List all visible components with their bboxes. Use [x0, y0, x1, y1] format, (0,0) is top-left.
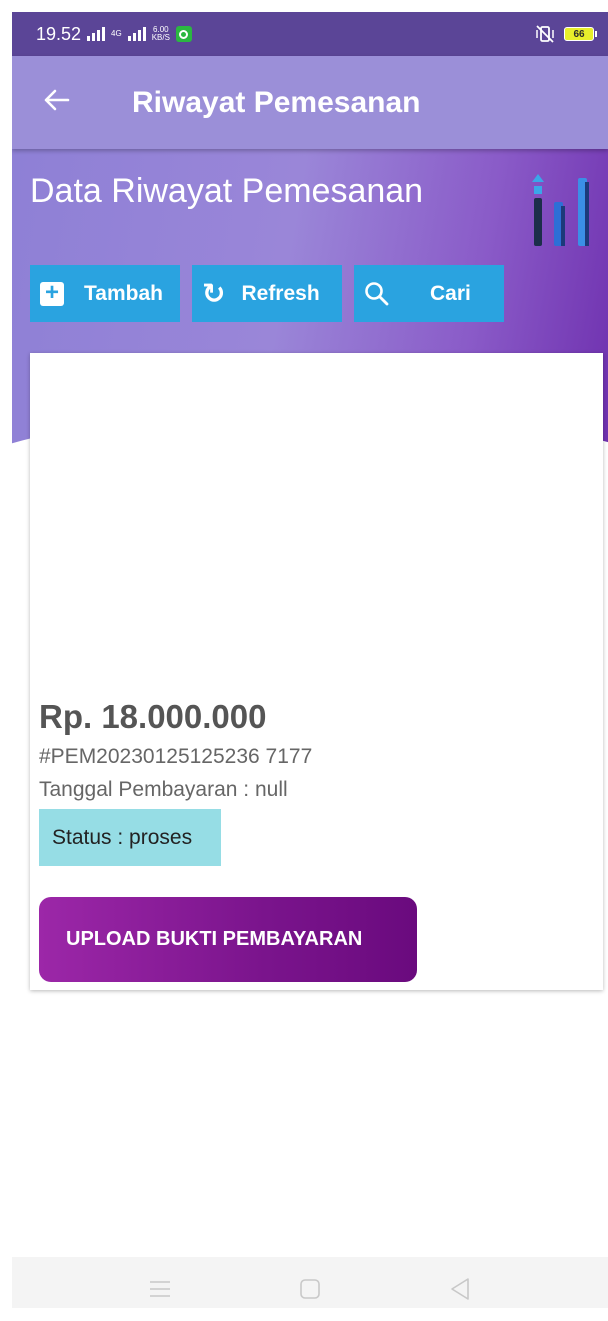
add-button[interactable]: + Tambah: [30, 265, 180, 322]
page-title: Riwayat Pemesanan: [132, 85, 421, 119]
vibrate-mute-icon: [536, 25, 554, 43]
banner-title: Data Riwayat Pemesanan: [30, 172, 424, 210]
order-price: Rp. 18.000.000: [39, 698, 267, 735]
battery-icon: 66: [564, 27, 597, 41]
refresh-button-label: Refresh: [241, 281, 320, 305]
app-screen: 19.52 4G 6.00 KB/S 66 Riwayat Pemesanan D…: [12, 12, 608, 1308]
refresh-icon: ↻: [202, 277, 226, 309]
menu-icon[interactable]: [140, 1269, 180, 1309]
back-arrow-icon[interactable]: [42, 86, 82, 120]
app-bar: Riwayat Pemesanan: [12, 56, 608, 149]
system-nav-bar: [12, 1257, 608, 1308]
status-bar: 19.52 4G 6.00 KB/S 66: [12, 12, 608, 56]
home-icon[interactable]: [290, 1269, 330, 1309]
add-button-label: Tambah: [84, 281, 163, 305]
whatsapp-icon: [175, 26, 192, 42]
plus-icon: +: [40, 280, 64, 306]
refresh-button[interactable]: ↻ Refresh: [192, 265, 342, 322]
network-speed-unit: KB/S: [151, 33, 170, 42]
signal-icon-2: [127, 27, 146, 41]
order-code: #PEM20230125125236 7177: [39, 745, 313, 768]
upload-proof-button[interactable]: UPLOAD BUKTI PEMBAYARAN: [39, 897, 417, 982]
search-icon: [365, 281, 389, 305]
signal-icon: [87, 27, 106, 41]
payment-date: Tanggal Pembayaran : null: [39, 778, 288, 801]
search-button-label: Cari: [430, 281, 471, 305]
order-card: Rp. 18.000.000 #PEM20230125125236 7177 T…: [30, 353, 603, 990]
status-badge: Status : proses: [39, 809, 221, 866]
network-speed: 6.00 KB/S: [152, 26, 170, 42]
bar-chart-icon: [532, 174, 589, 246]
network-type-label: 4G: [111, 29, 122, 38]
search-button[interactable]: Cari: [354, 265, 504, 322]
action-toolbar: + Tambah ↻ Refresh Cari: [30, 265, 504, 322]
status-time: 19.52: [36, 23, 82, 44]
back-icon[interactable]: [440, 1269, 480, 1309]
